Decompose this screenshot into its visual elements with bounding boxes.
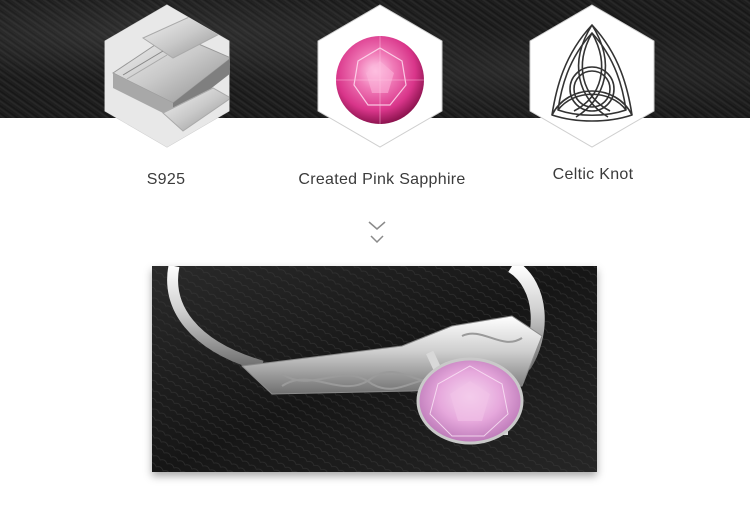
pink-gem-icon: [317, 4, 443, 148]
double-chevron-down-icon: [366, 217, 388, 247]
celtic-knot-icon: [529, 4, 655, 148]
ring-product-photo: [152, 266, 597, 472]
feature-hex-celtic-knot: [528, 3, 656, 149]
feature-label-pink-sapphire: Created Pink Sapphire: [298, 171, 466, 188]
silver-bar-icon: [104, 4, 230, 148]
feature-label-celtic-knot: Celtic Knot: [552, 166, 634, 183]
feature-hex-pink-sapphire: [316, 3, 444, 149]
feature-hex-s925: [103, 3, 231, 149]
feature-label-s925: S925: [146, 171, 186, 188]
